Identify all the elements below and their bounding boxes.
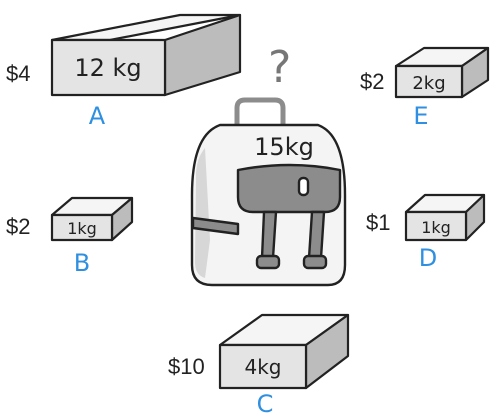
question-mark: ? (268, 42, 291, 93)
box-e-weight: 2kg (412, 73, 445, 94)
backpack-buckle-right (302, 254, 328, 270)
box-c-letter: C (257, 390, 274, 418)
item-box-e: 2kg (394, 46, 490, 99)
box-d-letter: D (419, 244, 437, 272)
knapsack-diagram: ? 12 kg $4 A 2kg $2 E 1kg $2 B 1kg $1 D … (0, 0, 500, 420)
box-a-price: $4 (6, 61, 30, 86)
backpack-strap-left (260, 210, 278, 260)
backpack: 15kg (190, 97, 347, 287)
item-box-a: 12 kg (50, 13, 242, 97)
box-d-price: $1 (366, 210, 390, 235)
item-box-b: 1kg (50, 196, 134, 242)
backpack-capacity: 15kg (254, 133, 314, 161)
box-c-weight: 4kg (244, 355, 281, 379)
box-e-price: $2 (360, 69, 384, 94)
backpack-clasp (297, 176, 310, 197)
box-b-price: $2 (6, 214, 30, 239)
box-a-letter: A (89, 102, 106, 130)
backpack-strap-right (307, 210, 326, 260)
box-a-weight: 12 kg (74, 54, 141, 82)
item-box-c: 4kg (218, 313, 350, 390)
diagram-canvas: ? 12 kg $4 A 2kg $2 E 1kg $2 B 1kg $1 D … (6, 13, 490, 418)
box-b-weight: 1kg (67, 219, 97, 238)
backpack-buckle-left (255, 254, 281, 270)
item-box-d: 1kg (404, 193, 486, 242)
box-e-letter: E (413, 102, 428, 130)
box-c-price: $10 (168, 354, 205, 379)
backpack-flap (236, 163, 342, 214)
box-d-weight: 1kg (421, 218, 451, 237)
box-b-letter: B (74, 249, 90, 277)
